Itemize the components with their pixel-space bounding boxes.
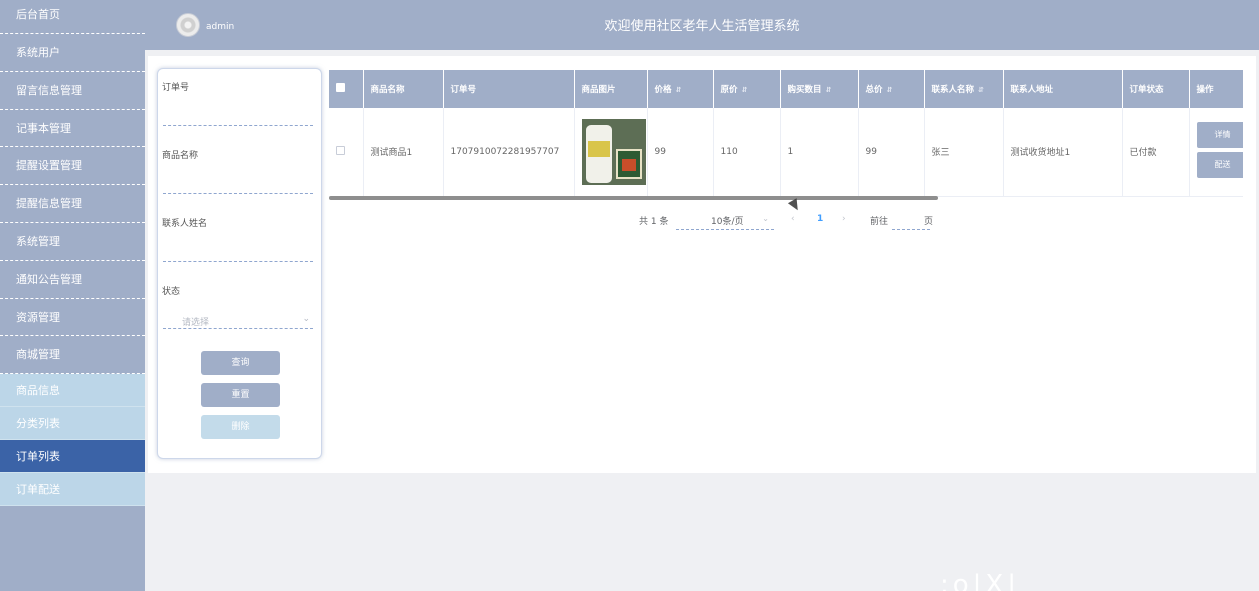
cell-actions: 详情 配送 xyxy=(1189,108,1243,197)
page-size-value: 10条/页 xyxy=(711,217,744,227)
status-label: 状态 xyxy=(162,287,181,297)
select-all-checkbox[interactable] xyxy=(329,70,364,108)
col-order-no: 订单号 xyxy=(443,70,575,108)
orders-table: 商品名称 订单号 商品图片 价格 ⇵ 原价 ⇵ 购买数目 ⇵ 总价 ⇵ 联系人名称 ⇵ 联… xyxy=(329,70,1243,200)
sidebar-item-notebook[interactable]: 记事本管理 xyxy=(0,110,145,148)
sidebar-subitem-category-list[interactable]: 分类列表 xyxy=(0,407,145,441)
product-name-label: 商品名称 xyxy=(162,151,199,161)
sidebar-item-home[interactable]: 后台首页 xyxy=(0,0,145,34)
col-total[interactable]: 总价 ⇵ xyxy=(858,70,925,108)
app: 后台首页 系统用户 留言信息管理 记事本管理 提醒设置管理 提醒信息管理 系统管… xyxy=(0,0,1259,591)
search-panel: 订单号 商品名称 联系人姓名 状态 请选择 ⌄ 查询 重置 删除 xyxy=(157,68,322,459)
col-total-label: 总价 xyxy=(865,85,883,95)
detail-button[interactable]: 详情 xyxy=(1196,121,1243,148)
sort-icon[interactable]: ⇵ xyxy=(676,86,682,94)
col-quantity-label: 购买数目 xyxy=(787,85,822,95)
col-contact-address: 联系人地址 xyxy=(1003,70,1123,108)
col-quantity[interactable]: 购买数目 ⇵ xyxy=(780,70,859,108)
header: admin 欢迎使用社区老年人生活管理系统 xyxy=(145,0,1259,50)
table-header-row: 商品名称 订单号 商品图片 价格 ⇵ 原价 ⇵ 购买数目 ⇵ 总价 ⇵ 联系人名称 ⇵ 联… xyxy=(329,70,1243,108)
col-price[interactable]: 价格 ⇵ xyxy=(647,70,714,108)
col-order-status: 订单状态 xyxy=(1122,70,1190,108)
goto-label: 前往 xyxy=(870,217,889,227)
sidebar-item-messages[interactable]: 留言信息管理 xyxy=(0,72,145,110)
sidebar-item-resources[interactable]: 资源管理 xyxy=(0,299,145,337)
cell-product-name: 测试商品1 xyxy=(363,108,444,197)
cell-original-price: 110 xyxy=(713,108,781,197)
page-title: 欢迎使用社区老年人生活管理系统 xyxy=(604,19,800,34)
page-size-select[interactable]: 10条/页 ⌄ xyxy=(676,212,774,230)
sidebar: 后台首页 系统用户 留言信息管理 记事本管理 提醒设置管理 提醒信息管理 系统管… xyxy=(0,0,145,591)
col-contact-name[interactable]: 联系人名称 ⇵ xyxy=(924,70,1004,108)
sidebar-item-reminder-settings[interactable]: 提醒设置管理 xyxy=(0,147,145,186)
order-no-input[interactable] xyxy=(163,100,313,126)
sidebar-item-system-users[interactable]: 系统用户 xyxy=(0,34,145,72)
col-contact-name-label: 联系人名称 xyxy=(931,85,975,95)
search-button[interactable]: 查询 xyxy=(201,351,280,375)
cell-total: 99 xyxy=(858,108,925,197)
sidebar-item-mall[interactable]: 商城管理 xyxy=(0,336,145,375)
sort-icon[interactable]: ⇵ xyxy=(742,86,748,94)
col-actions: 操作 xyxy=(1189,70,1243,108)
sidebar-subitem-product-info[interactable]: 商品信息 xyxy=(0,374,145,408)
sort-icon[interactable]: ⇵ xyxy=(826,86,832,94)
sidebar-item-reminder-info[interactable]: 提醒信息管理 xyxy=(0,185,145,223)
sidebar-subitem-order-list[interactable]: 订单列表 xyxy=(0,440,145,474)
status-select[interactable]: 请选择 ⌄ xyxy=(163,303,313,329)
col-original-price[interactable]: 原价 ⇵ xyxy=(713,70,781,108)
product-name-input[interactable] xyxy=(163,168,313,194)
cell-quantity: 1 xyxy=(780,108,859,197)
next-page-icon[interactable]: › xyxy=(842,214,846,224)
col-product-image: 商品图片 xyxy=(574,70,648,108)
col-product-name: 商品名称 xyxy=(363,70,444,108)
main-content: 订单号 商品名称 联系人姓名 状态 请选择 ⌄ 查询 重置 删除 商品名称 订单… xyxy=(148,56,1256,473)
chevron-down-icon: ⌄ xyxy=(762,214,769,223)
cell-product-image[interactable] xyxy=(574,108,648,197)
order-no-label: 订单号 xyxy=(162,83,190,93)
contact-name-input[interactable] xyxy=(163,236,313,262)
reset-button[interactable]: 重置 xyxy=(201,383,280,407)
table-row: 测试商品1 1707910072281957707 99 110 1 99 张三… xyxy=(329,108,1243,197)
delete-button[interactable]: 删除 xyxy=(201,415,280,439)
contact-name-label: 联系人姓名 xyxy=(162,219,208,229)
row-checkbox[interactable] xyxy=(329,108,364,197)
sidebar-item-system-management[interactable]: 系统管理 xyxy=(0,223,145,261)
status-placeholder: 请选择 xyxy=(182,318,210,328)
sort-icon[interactable]: ⇵ xyxy=(887,86,893,94)
col-original-price-label: 原价 xyxy=(720,85,738,95)
page-unit-label: 页 xyxy=(924,217,934,227)
cell-order-no: 1707910072281957707 xyxy=(443,108,575,197)
sidebar-item-notices[interactable]: 通知公告管理 xyxy=(0,261,145,299)
sidebar-subitem-order-delivery[interactable]: 订单配送 xyxy=(0,473,145,507)
sort-icon[interactable]: ⇵ xyxy=(978,86,984,94)
page-number-current[interactable]: 1 xyxy=(817,214,823,224)
prev-page-icon[interactable]: ‹ xyxy=(791,214,795,224)
cell-order-status: 已付款 xyxy=(1122,108,1190,197)
cell-price: 99 xyxy=(647,108,714,197)
deliver-button[interactable]: 配送 xyxy=(1196,151,1243,178)
watermark: ;o|X| xyxy=(940,570,1020,591)
cell-contact-name: 张三 xyxy=(924,108,1004,197)
table-horizontal-scrollbar[interactable] xyxy=(329,196,938,200)
cell-contact-address: 测试收货地址1 xyxy=(1003,108,1123,197)
col-price-label: 价格 xyxy=(654,85,672,95)
chevron-down-icon: ⌄ xyxy=(302,314,310,324)
product-image[interactable] xyxy=(581,118,646,185)
pagination-total: 共 1 条 xyxy=(639,217,669,227)
